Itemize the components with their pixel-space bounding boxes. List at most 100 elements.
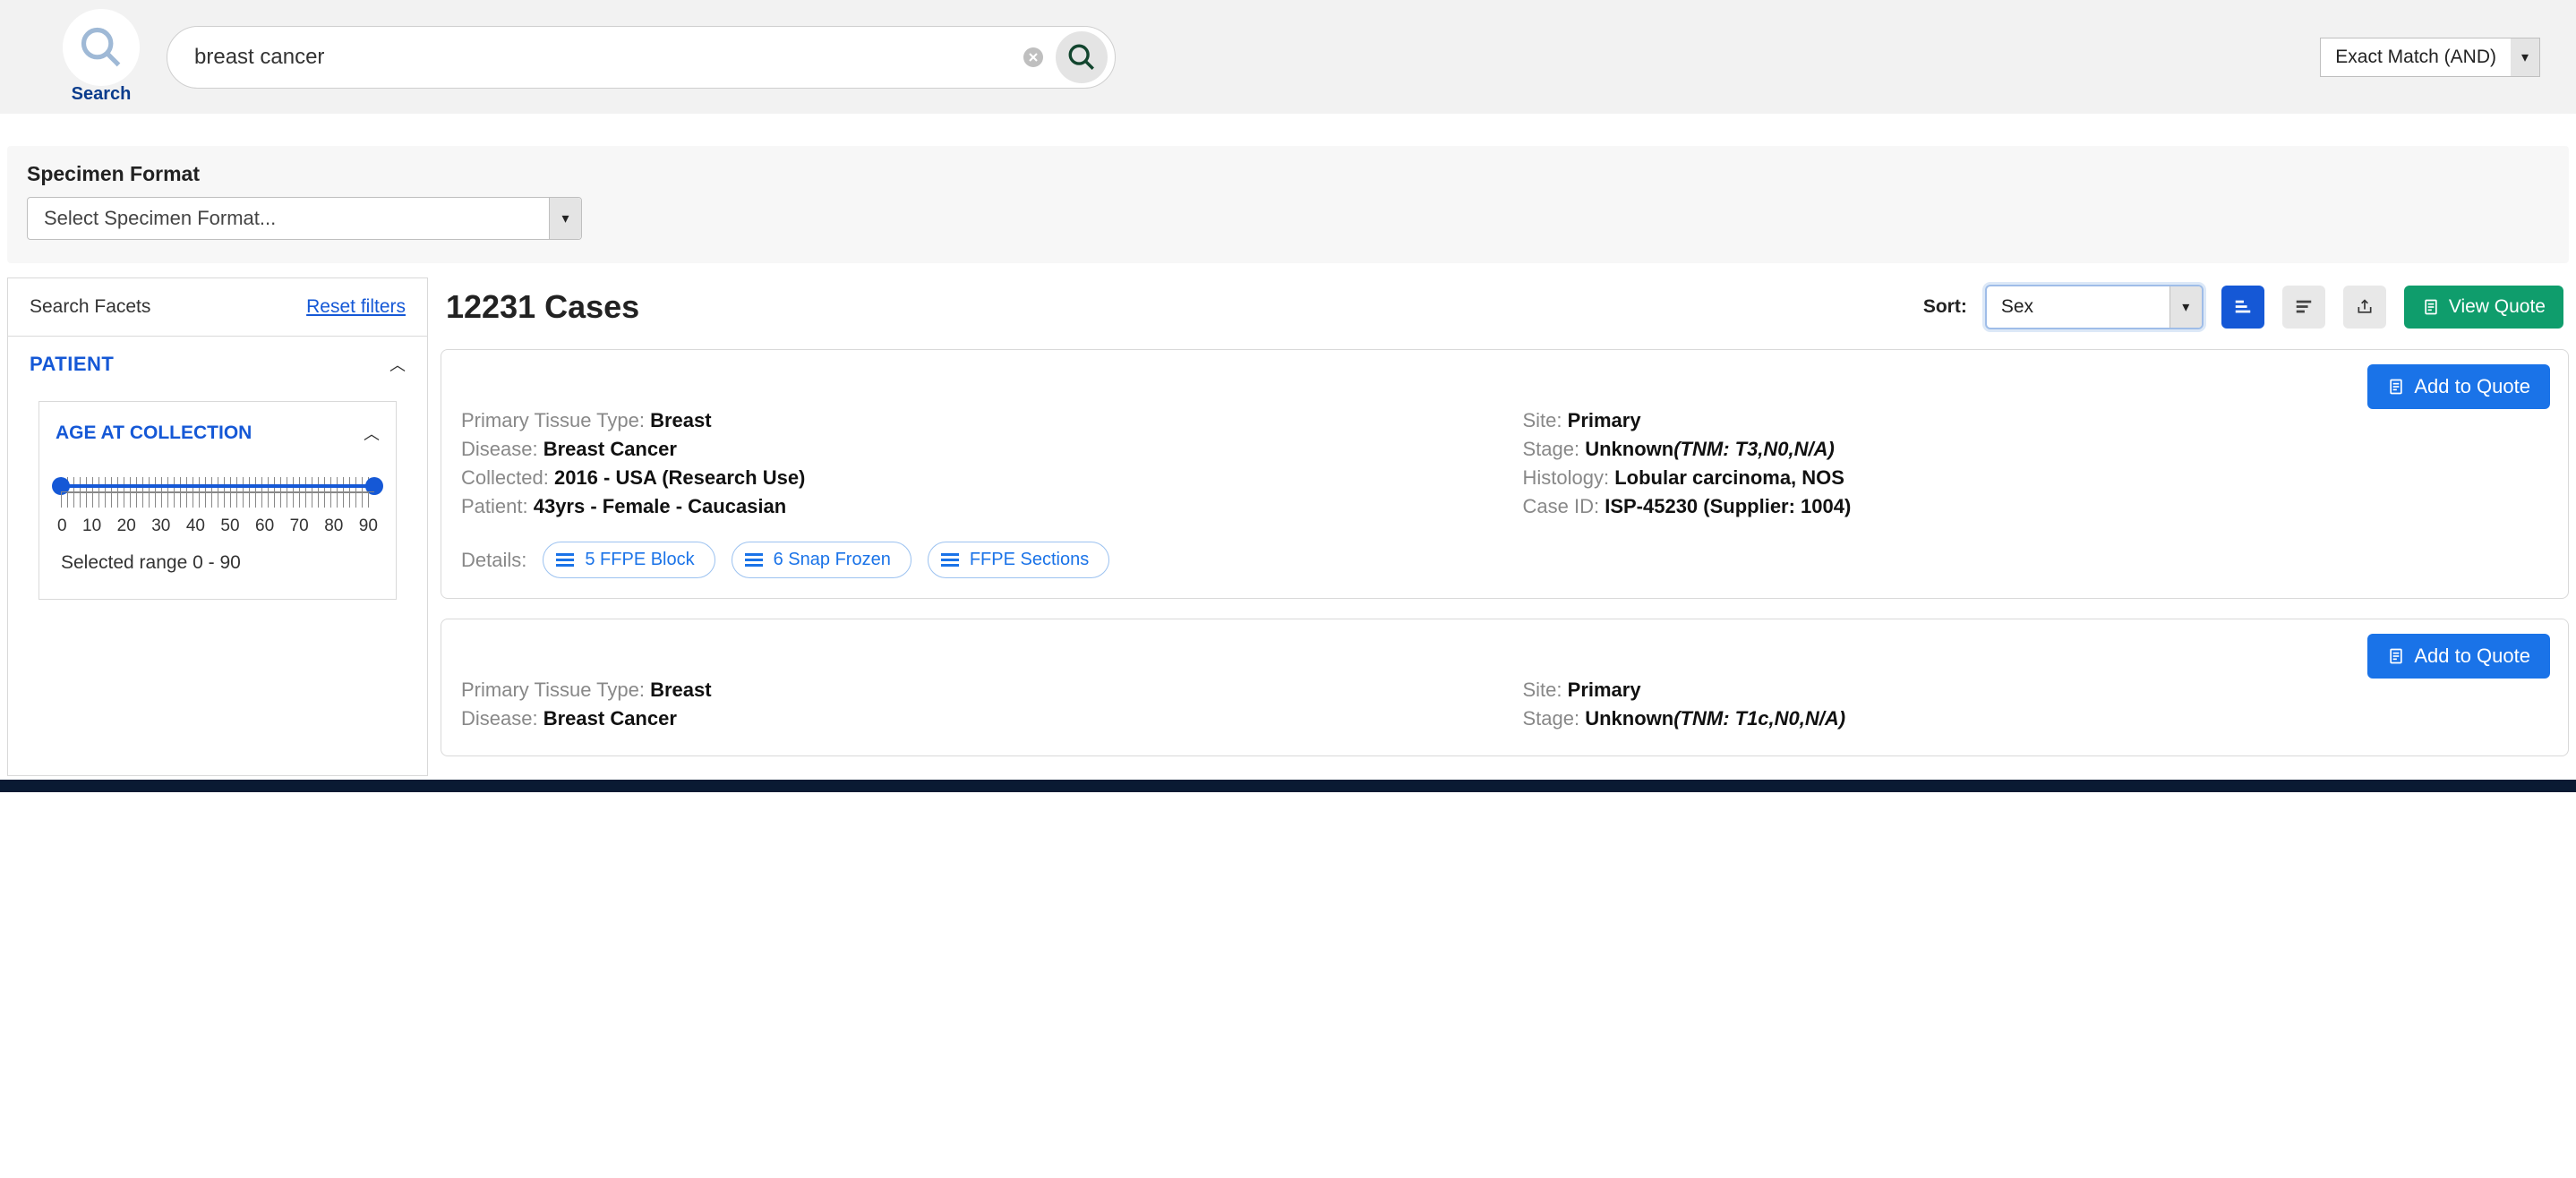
field-value: ISP-45230 (Supplier: 1004) [1605,495,1851,517]
age-range-text: Selected range 0 - 90 [56,552,380,574]
result-count: 12231 Cases [446,288,639,326]
facets-header: Search Facets Reset filters [8,278,427,337]
field-key: Stage: [1523,438,1586,460]
clear-search-icon[interactable] [1023,47,1043,67]
age-facet-card: AGE AT COLLECTION ︿ 0102030405060708090 … [39,401,397,600]
chevron-down-icon: ▾ [549,198,581,239]
reset-filters-link[interactable]: Reset filters [306,296,406,318]
field-key: Patient: [461,495,534,517]
age-tick: 70 [290,516,309,536]
case-column: Site: Primary Stage: Unknown(TNM: T3,N0,N… [1523,404,2549,524]
field-value: 2016 - USA (Research Use) [554,466,805,489]
specimen-format-title: Specimen Format [27,162,2549,186]
specimen-format-select[interactable]: Select Specimen Format... ▾ [27,197,582,240]
case-card: Add to Quote Primary Tissue Type: Breast D… [441,349,2569,599]
field-value: Unknown [1585,707,1673,730]
field-suffix: (TNM: T3,N0,N/A) [1673,438,1835,460]
field-suffix: (TNM: T1c,N0,N/A) [1673,707,1845,730]
case-field: Case ID: ISP-45230 (Supplier: 1004) [1523,495,2549,518]
specimen-format-placeholder: Select Specimen Format... [28,207,549,230]
bars-icon [745,553,763,567]
case-card: Add to Quote Primary Tissue Type: Breast D… [441,619,2569,756]
view-quote-button[interactable]: View Quote [2404,286,2563,329]
add-to-quote-label: Add to Quote [2414,644,2530,668]
age-facet-label: AGE AT COLLECTION [56,423,252,444]
case-column: Primary Tissue Type: Breast Disease: Brea… [461,673,1487,736]
field-value: Unknown [1585,438,1673,460]
chevron-down-icon: ▾ [2169,286,2202,328]
export-button[interactable] [2343,286,2386,329]
field-value: Breast Cancer [543,707,677,730]
chip-label: 5 FFPE Block [585,550,694,570]
case-column: Site: Primary Stage: Unknown(TNM: T1c,N0,… [1523,673,2549,736]
search-app-label: Search [72,84,132,105]
field-value: Primary [1568,409,1641,431]
field-key: Primary Tissue Type: [461,409,650,431]
detail-chip[interactable]: FFPE Sections [928,542,1109,578]
case-details: Details: 5 FFPE Block 6 Snap Frozen FFPE Se… [461,542,2548,578]
facet-section-patient[interactable]: PATIENT ︿ [8,337,427,392]
field-key: Case ID: [1523,495,1605,517]
match-mode-value: Exact Match (AND) [2321,47,2511,68]
case-field: Site: Primary [1523,409,2549,432]
field-key: Primary Tissue Type: [461,679,650,701]
facets-panel: Search Facets Reset filters PATIENT ︿ AG… [7,277,428,776]
case-field: Disease: Breast Cancer [461,707,1487,730]
detail-chip[interactable]: 5 FFPE Block [543,542,715,578]
age-facet-header[interactable]: AGE AT COLLECTION ︿ [56,422,380,445]
details-label: Details: [461,549,526,572]
chip-label: 6 Snap Frozen [774,550,891,570]
field-value: Breast Cancer [543,438,677,460]
case-field: Patient: 43yrs - Female - Caucasian [461,495,1487,518]
search-app-tile[interactable]: Search [63,9,140,105]
view-quote-label: View Quote [2449,296,2546,318]
chip-label: FFPE Sections [970,550,1089,570]
slider-ruler-bottom [61,491,374,508]
age-range-slider[interactable] [56,472,380,508]
field-value: Lobular carcinoma, NOS [1614,466,1844,489]
case-field: Stage: Unknown(TNM: T1c,N0,N/A) [1523,707,2549,730]
chevron-up-icon: ︿ [364,422,380,445]
add-to-quote-button[interactable]: Add to Quote [2367,364,2550,409]
results-panel: 12231 Cases Sort: Sex ▾ View Quote Add t… [441,277,2569,776]
case-field: Site: Primary [1523,679,2549,702]
add-to-quote-label: Add to Quote [2414,375,2530,398]
chevron-down-icon: ▾ [2511,38,2539,76]
search-input[interactable] [194,45,1023,70]
case-field: Disease: Breast Cancer [461,438,1487,461]
facets-title: Search Facets [30,296,150,318]
field-value: Primary [1568,679,1641,701]
match-mode-select[interactable]: Exact Match (AND) ▾ [2320,38,2540,77]
field-key: Site: [1523,409,1568,431]
case-field: Primary Tissue Type: Breast [461,679,1487,702]
main-content: Search Facets Reset filters PATIENT ︿ AG… [7,277,2569,776]
sort-select[interactable]: Sex ▾ [1985,285,2204,329]
sort-value: Sex [1987,296,2169,318]
field-key: Histology: [1523,466,1615,489]
sort-label: Sort: [1923,296,1967,318]
facet-section-label: PATIENT [30,353,114,376]
document-icon [2422,298,2440,316]
footer-bar [0,780,2576,792]
case-list: Add to Quote Primary Tissue Type: Breast D… [441,349,2569,756]
age-tick: 80 [324,516,343,536]
search-app-icon [63,9,140,86]
document-icon [2387,647,2405,665]
search-submit-button[interactable] [1056,31,1108,83]
age-tick: 30 [151,516,170,536]
field-value: 43yrs - Female - Caucasian [534,495,786,517]
add-to-quote-button[interactable]: Add to Quote [2367,634,2550,679]
detail-chip[interactable]: 6 Snap Frozen [732,542,911,578]
slider-track [61,484,374,488]
field-key: Stage: [1523,707,1586,730]
field-key: Disease: [461,707,543,730]
case-field: Histology: Lobular carcinoma, NOS [1523,466,2549,490]
age-tick: 60 [255,516,274,536]
sort-descending-button[interactable] [2282,286,2325,329]
field-value: Breast [650,409,711,431]
bars-icon [941,553,959,567]
search-bar [167,26,1116,89]
case-field: Primary Tissue Type: Breast [461,409,1487,432]
sort-ascending-button[interactable] [2221,286,2264,329]
case-field: Stage: Unknown(TNM: T3,N0,N/A) [1523,438,2549,461]
